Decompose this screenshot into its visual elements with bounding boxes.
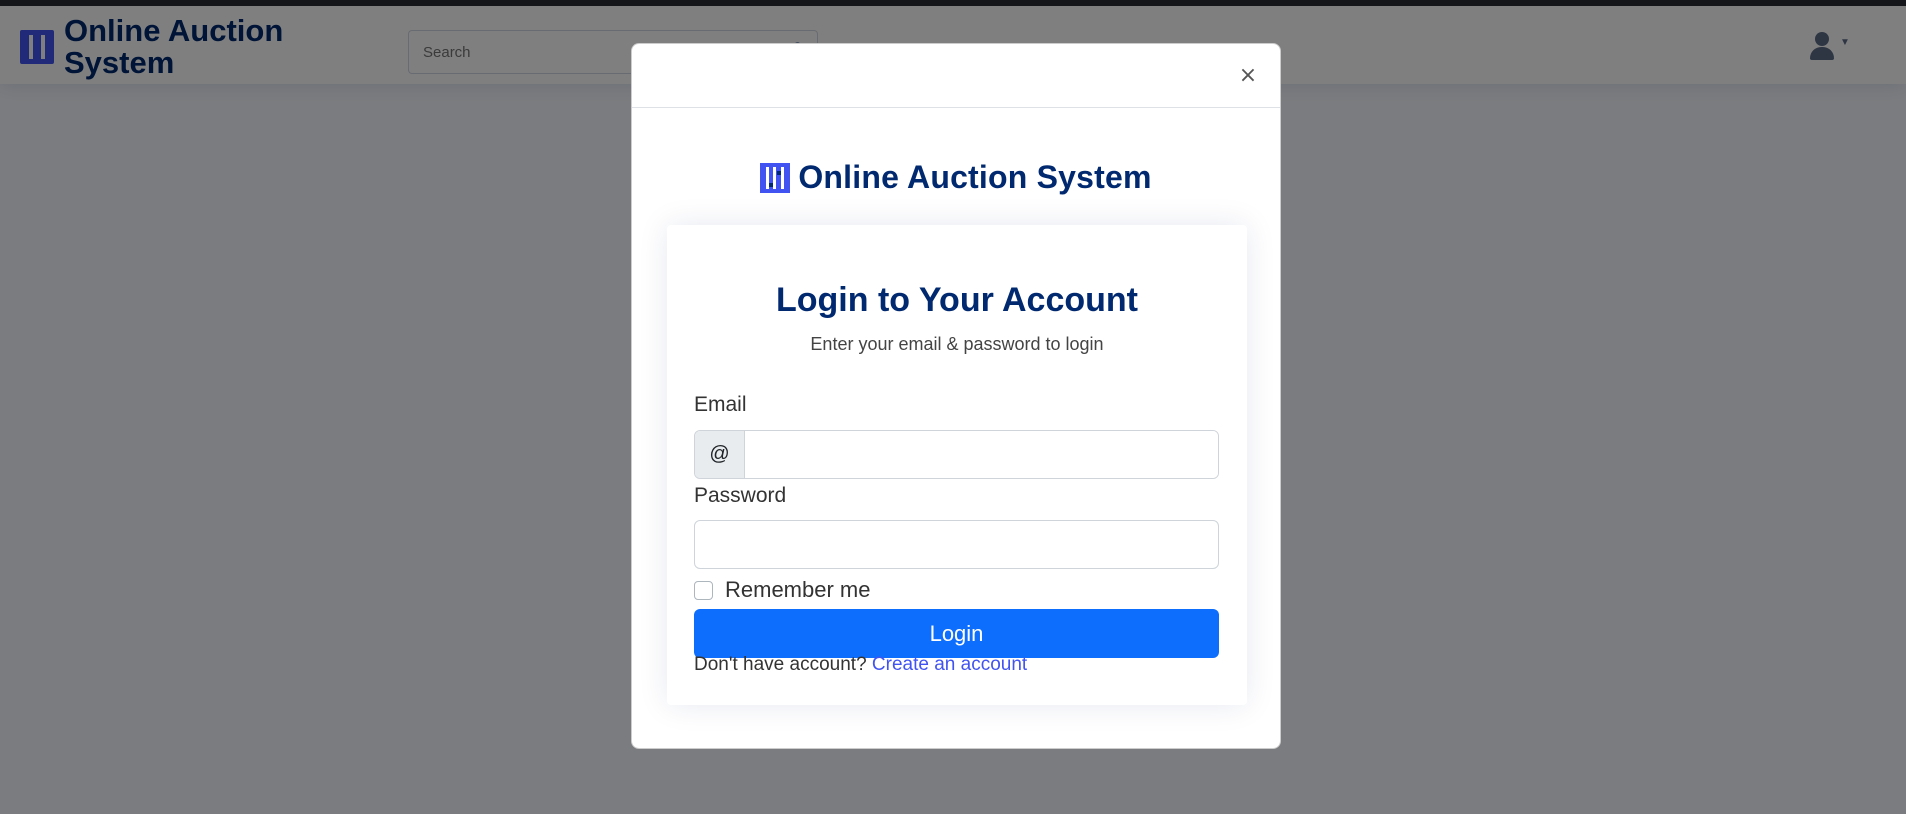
email-label: Email bbox=[694, 393, 747, 416]
at-sign-prefix: @ bbox=[695, 431, 745, 478]
signup-prompt-text: Don't have account? bbox=[694, 654, 867, 675]
login-modal: × Online Auction System Login to Your Ac… bbox=[631, 43, 1281, 749]
password-label: Password bbox=[694, 484, 787, 507]
login-button[interactable]: Login bbox=[694, 609, 1219, 658]
login-card: Login to Your Account Enter your email &… bbox=[667, 225, 1247, 705]
remember-me[interactable]: Remember me bbox=[694, 577, 870, 603]
close-button[interactable]: × bbox=[1236, 64, 1260, 88]
email-input-group: @ bbox=[694, 430, 1219, 479]
create-account-link[interactable]: Create an account bbox=[872, 654, 1027, 675]
brand-name: Online Auction System bbox=[798, 159, 1152, 195]
remember-checkbox[interactable] bbox=[694, 580, 713, 600]
close-icon: × bbox=[1238, 63, 1258, 88]
login-subtitle: Enter your email & password to login bbox=[810, 334, 1104, 354]
signup-prompt: Don't have account? Create an account bbox=[694, 654, 1027, 676]
email-field[interactable] bbox=[745, 431, 1218, 478]
modal-brand[interactable]: Online Auction System bbox=[632, 159, 1280, 196]
password-field[interactable] bbox=[694, 520, 1219, 569]
remember-label[interactable]: Remember me bbox=[725, 577, 870, 603]
login-title: Login to Your Account bbox=[776, 281, 1138, 319]
modal-header: × bbox=[632, 44, 1280, 108]
brand-logo-icon bbox=[760, 162, 791, 193]
